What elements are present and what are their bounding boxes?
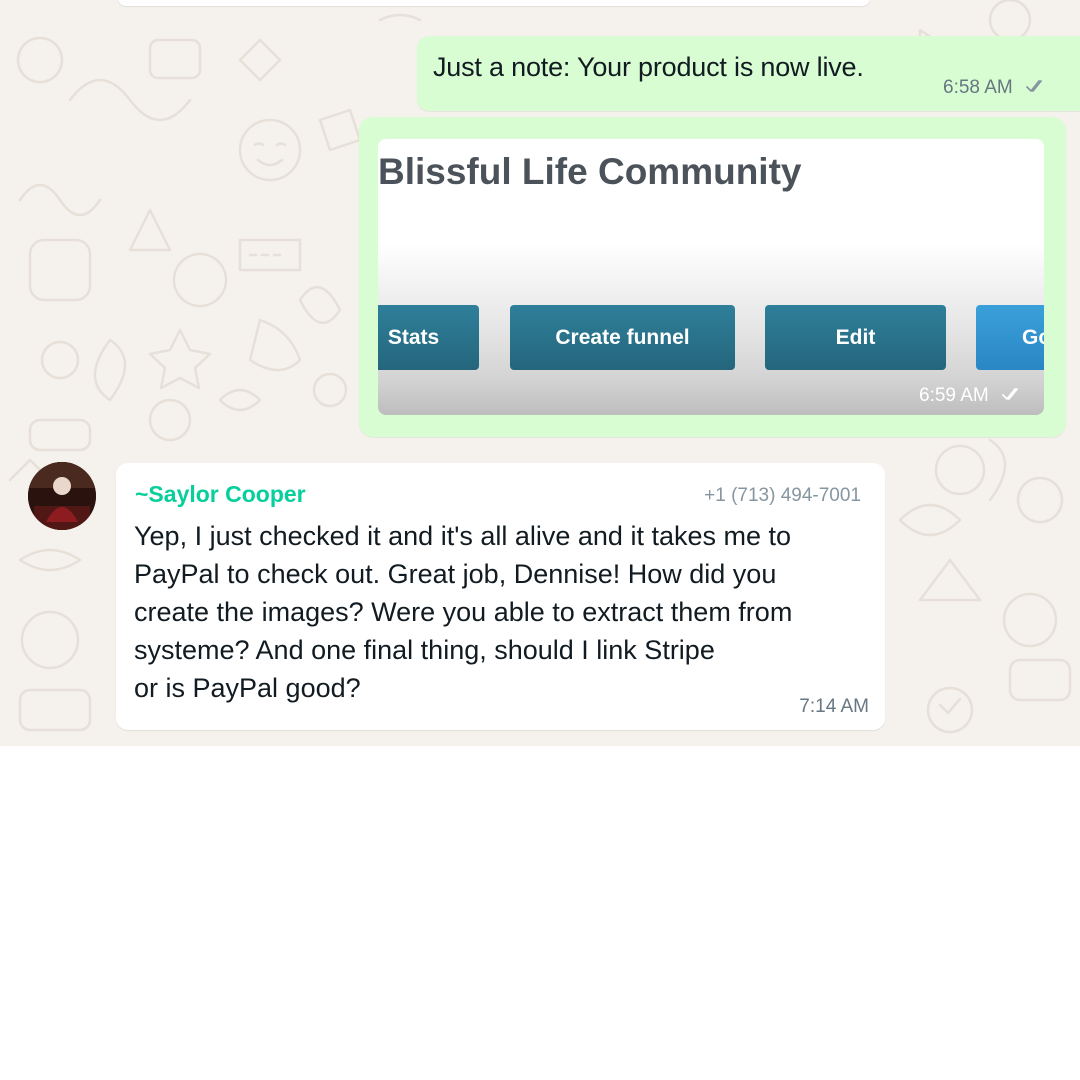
preview-edit-button: Edit — [765, 305, 946, 370]
message-time: 6:59 AM — [919, 385, 989, 406]
preview-stats-button: Stats — [378, 305, 479, 370]
message-meta: 6:59 AM — [919, 385, 1022, 407]
sender-name[interactable]: ~Saylor Cooper — [135, 481, 306, 508]
avatar[interactable] — [28, 462, 96, 530]
message-text: Yep, I just checked it and it's all aliv… — [134, 521, 793, 703]
incoming-message-bubble[interactable]: ~Saylor Cooper +1 (713) 494-7001 Yep, I … — [116, 463, 885, 730]
outgoing-message-bubble[interactable]: Just a note: Your product is now live. 6… — [417, 36, 1080, 111]
message-meta: 6:58 AM — [943, 77, 1046, 99]
outgoing-image-message[interactable]: Blissful Life Community Stats Create fun… — [359, 117, 1066, 437]
previous-message-bubble — [118, 0, 870, 6]
preview-title: Blissful Life Community — [378, 151, 802, 192]
message-time: 7:14 AM — [799, 696, 869, 717]
chat-panel: Just a note: Your product is now live. 6… — [0, 0, 1080, 746]
double-check-icon — [1002, 385, 1022, 407]
preview-go-button: Go — [976, 305, 1044, 370]
message-text: Just a note: Your product is now live. — [433, 52, 864, 82]
message-time: 6:58 AM — [943, 77, 1013, 98]
sender-phone: +1 (713) 494-7001 — [704, 485, 861, 506]
image-preview[interactable]: Blissful Life Community Stats Create fun… — [378, 139, 1044, 415]
double-check-icon — [1026, 77, 1046, 99]
preview-create-funnel-button: Create funnel — [510, 305, 735, 370]
